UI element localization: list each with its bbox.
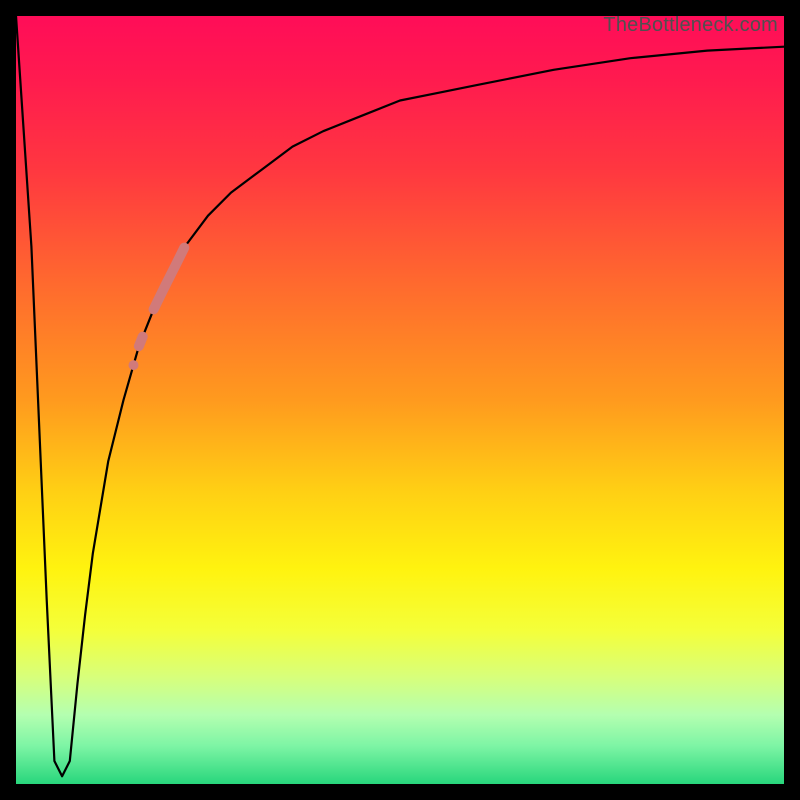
chart-frame: TheBottleneck.com xyxy=(0,0,800,800)
bottleneck-curve xyxy=(16,16,784,784)
plot-area: TheBottleneck.com xyxy=(16,16,784,784)
curve-highlight-dot xyxy=(129,360,139,370)
curve-path xyxy=(16,16,784,776)
